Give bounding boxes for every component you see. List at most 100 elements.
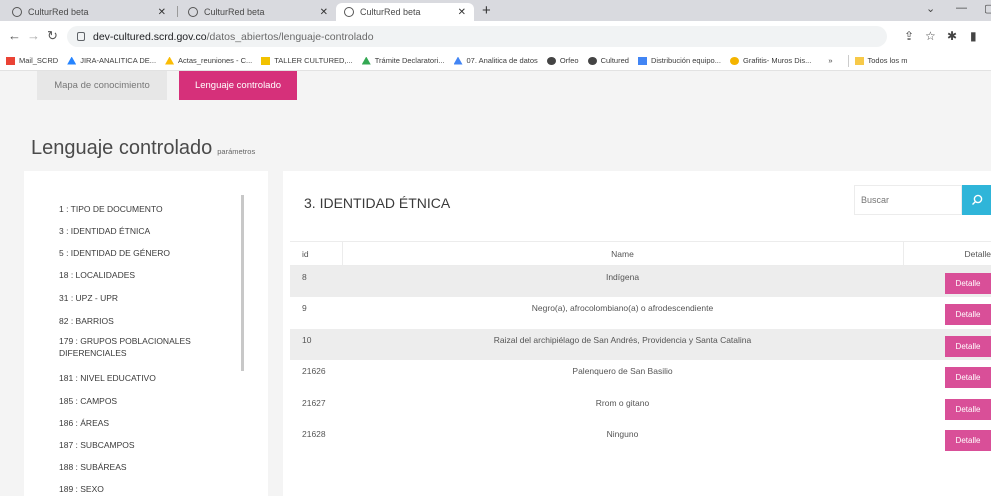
drive-icon [453,56,463,65]
close-tab-icon[interactable]: ✕ [158,7,166,18]
sidebar-item[interactable]: 18 : LOCALIDADES [59,269,219,281]
bookmark-label: Orfeo [559,56,579,65]
bookmark-grafitis[interactable]: Grafitis- Muros Dis... [729,56,812,65]
overflow-chevron-icon: » [828,56,833,65]
list-scrollbar[interactable] [241,195,244,371]
section-tabs: Mapa de conocimiento Lenguaje controlado [0,71,991,103]
bookmark-mail[interactable]: Mail_SCRD [6,56,58,65]
table-row: 9 Negro(a), afrocolombiano(a) o afrodesc… [290,297,991,329]
table-row: 21628 Ninguno Detalle [290,423,991,455]
back-arrow-icon[interactable]: ← [8,28,21,43]
extensions-icon[interactable]: ✱ [947,29,957,43]
globe-icon [12,7,22,17]
browser-tab-1[interactable]: CulturRed beta ✕ [4,3,174,21]
sidebar-item[interactable]: 186 : ÁREAS [59,417,219,429]
search-icon [971,194,982,205]
bookmark-tramite[interactable]: Trámite Declaratori... [361,56,445,65]
bookmark-taller[interactable]: TALLER CULTURED,... [261,56,353,65]
parameter-list: 1 : TIPO DE DOCUMENTO 3 : IDENTIDAD ÉTNI… [24,171,268,496]
browser-tab-3-active[interactable]: CulturRed beta ✕ [336,3,474,21]
globe-icon [587,56,597,65]
tab-separator [177,6,178,17]
bookmark-actas[interactable]: Actas_reuniones - C... [165,56,252,65]
bookmark-cultured[interactable]: Cultured [587,56,629,65]
sidebar-item[interactable]: 82 : BARRIOS [59,315,219,327]
url-field[interactable]: dev-cultured.scrd.gov.co/datos_abiertos/… [67,26,887,47]
tab-mapa-conocimiento[interactable]: Mapa de conocimiento [37,71,167,100]
sidebar-item[interactable]: 31 : UPZ - UPR [59,292,219,304]
bookmark-label: 07. Analitica de datos [466,56,538,65]
drive-icon [165,56,175,65]
close-tab-icon[interactable]: ✕ [458,7,466,18]
bookmark-star-icon[interactable]: ☆ [925,29,936,43]
detail-button[interactable]: Detalle [945,398,991,420]
bookmark-jira[interactable]: JIRA-ANALITICA DE... [67,56,156,65]
bookmarks-overflow[interactable]: » [828,56,832,65]
detail-button[interactable]: Detalle [945,304,991,325]
sidebar-item[interactable]: 5 : IDENTIDAD DE GÉNERO [59,247,219,259]
table-header-row: id Name Detalle [290,241,991,266]
reload-icon[interactable]: ↻ [47,28,58,44]
detail-button[interactable]: Detalle [945,335,991,357]
forward-arrow-icon[interactable]: → [27,28,40,43]
search-input[interactable] [854,185,962,215]
globe-icon [188,7,198,17]
bookmark-label: Grafitis- Muros Dis... [742,56,812,65]
close-tab-icon[interactable]: ✕ [320,7,328,18]
table-row: 8 Indígena Detalle [290,265,991,297]
column-header-id: id [290,241,343,266]
table-row: 21626 Palenquero de San Basilio Detalle [290,360,991,392]
row-id: 21626 [302,366,326,376]
maximize-icon[interactable]: ▢ [984,2,991,15]
side-panel-icon[interactable]: ▮ [970,29,977,43]
bookmarks-divider [847,54,849,67]
row-id: 21628 [302,429,326,439]
search-button[interactable] [962,185,991,215]
url-path: /datos_abiertos/lenguaje-controlado [206,30,374,43]
url-host: dev-cultured.scrd.gov.co [93,30,207,43]
sidebar-item[interactable]: 189 : SEXO [59,483,219,495]
gmail-icon [6,56,15,65]
sidebar-item[interactable]: 179 : GRUPOS POBLACIONALES DIFERENCIALES [59,335,219,359]
bookmark-label: Todos los m [867,56,908,65]
bookmark-label: TALLER CULTURED,... [274,56,353,65]
minimize-icon[interactable]: — [956,2,967,14]
detail-button[interactable]: Detalle [945,367,991,388]
lock-icon [77,32,85,41]
detail-button[interactable]: Detalle [945,430,991,451]
sidebar-item[interactable]: 181 : NIVEL EDUCATIVO [59,372,219,384]
column-header-name: Name [342,241,903,266]
browser-tab-2[interactable]: CulturRed beta ✕ [180,3,336,21]
sidebar-item[interactable]: 3 : IDENTIDAD ÉTNICA [59,225,219,237]
section-title: 3. IDENTIDAD ÉTNICA [304,195,451,211]
row-name: Raizal del archipiélago de San Andrés, P… [342,328,903,360]
share-icon[interactable]: ⇪ [904,29,914,43]
bookmark-distribucion[interactable]: Distribución equipo... [637,56,721,65]
address-toolbar: ← → ↻ dev-cultured.scrd.gov.co/datos_abi… [0,21,991,51]
detail-button[interactable]: Detalle [945,273,991,294]
page-subtitle: parámetros [217,147,256,156]
globe-icon [546,56,556,65]
values-table: id Name Detalle 8 Indígena Detalle 9 Neg… [290,241,991,455]
row-id: 8 [290,265,342,297]
bookmark-all[interactable]: Todos los m [854,56,908,65]
bookmark-analitica[interactable]: 07. Analitica de datos [453,56,538,65]
bookmark-label: Distribución equipo... [650,56,721,65]
browser-tab-bar: CulturRed beta ✕ CulturRed beta ✕ Cultur… [0,0,991,21]
page-heading: Lenguaje controlado parámetros [31,137,255,160]
table-row: 21627 Rrom o gitano Detalle [290,392,991,424]
sidebar-item[interactable]: 188 : SUBÁREAS [59,461,219,473]
page-content: Mapa de conocimiento Lenguaje controlado… [0,71,991,496]
tab-search-icon[interactable]: ⌄ [926,2,935,15]
row-name: Palenquero de San Basilio [572,366,673,376]
new-tab-icon[interactable]: + [482,3,491,19]
sidebar-item[interactable]: 1 : TIPO DE DOCUMENTO [59,203,219,215]
jira-icon [67,56,77,65]
sidebar-item[interactable]: 185 : CAMPOS [59,395,219,407]
sidebar-item[interactable]: 187 : SUBCAMPOS [59,439,219,451]
tab-lenguaje-controlado[interactable]: Lenguaje controlado [179,71,297,100]
bookmark-orfeo[interactable]: Orfeo [546,56,579,65]
bookmarks-bar: Mail_SCRD JIRA-ANALITICA DE... Actas_reu… [0,51,991,71]
globe-icon [344,7,354,17]
row-name: Ninguno [606,429,639,439]
